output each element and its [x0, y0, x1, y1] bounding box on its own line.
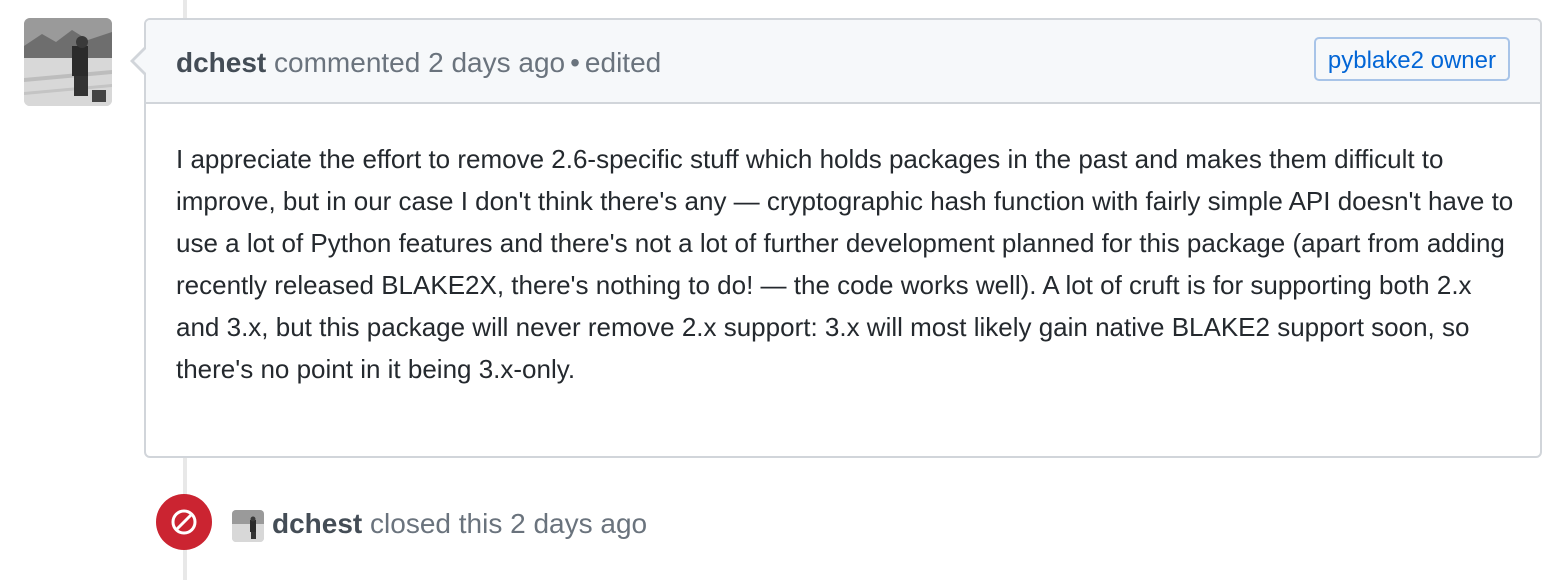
- edited-indicator[interactable]: edited: [585, 47, 661, 78]
- comment-timestamp-link[interactable]: 2 days ago: [428, 47, 565, 78]
- comment-meta: dchest commented 2 days ago • edited: [176, 46, 661, 80]
- comment-body-text: I appreciate the effort to remove 2.6-sp…: [176, 144, 1514, 384]
- closed-event-badge: [156, 494, 212, 550]
- issue-timeline: dchest commented 2 days ago • edited pybla…: [0, 0, 1566, 580]
- avatar-photo: [232, 510, 264, 542]
- event-author-avatar[interactable]: [232, 510, 264, 542]
- comment-body: I appreciate the effort to remove 2.6-sp…: [176, 138, 1516, 390]
- comment-box: dchest commented 2 days ago • edited pybla…: [130, 18, 1542, 458]
- event-description: closed this 2 days ago: [370, 508, 648, 539]
- comment-action: commented: [274, 47, 421, 78]
- event-author-link[interactable]: dchest: [272, 508, 362, 539]
- meta-separator: •: [570, 47, 580, 78]
- closed-event: dchest closed this 2 days ago: [272, 507, 647, 541]
- comment-author-link[interactable]: dchest: [176, 47, 266, 78]
- owner-badge[interactable]: pyblake2 owner: [1313, 37, 1510, 81]
- author-avatar[interactable]: [24, 18, 112, 106]
- comment-header: dchest commented 2 days ago • edited pybla…: [146, 20, 1540, 104]
- avatar-photo: [24, 18, 112, 106]
- circle-slash-icon: [171, 509, 197, 535]
